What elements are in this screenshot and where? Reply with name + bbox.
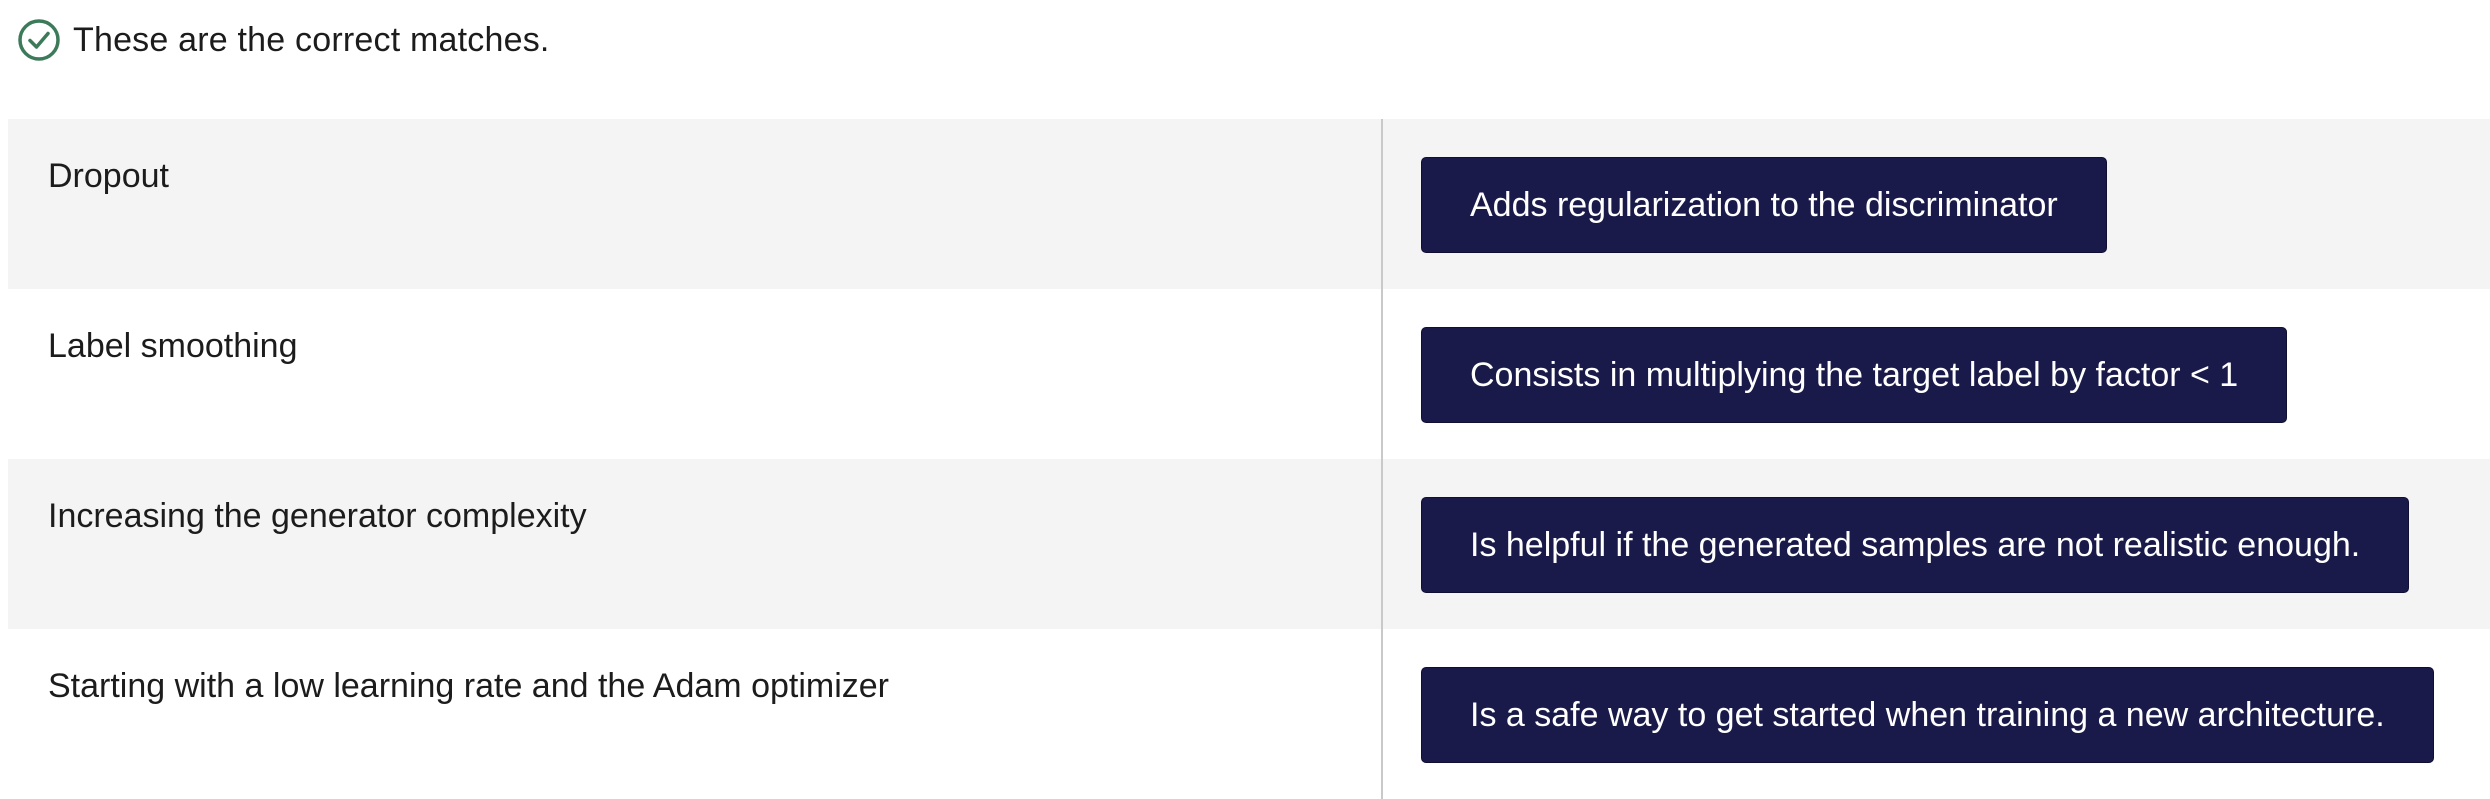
column-divider [1381,289,1383,459]
answer-slot: Adds regularization to the discriminator [1381,119,2490,289]
answer-chip[interactable]: Is a safe way to get started when traini… [1421,667,2434,763]
match-row: Dropout Adds regularization to the discr… [8,119,2490,289]
column-divider [1381,119,1383,289]
prompt-label: Starting with a low learning rate and th… [48,667,890,705]
feedback-banner: These are the correct matches. [17,17,550,63]
prompt-label: Label smoothing [48,327,298,365]
match-table: Dropout Adds regularization to the discr… [8,119,2490,799]
feedback-text: These are the correct matches. [73,20,550,59]
answer-slot: Is a safe way to get started when traini… [1381,629,2490,799]
prompt-label: Dropout [48,157,169,195]
column-divider [1381,459,1383,629]
match-row: Starting with a low learning rate and th… [8,629,2490,799]
prompt-label: Increasing the generator complexity [48,497,587,535]
check-circle-icon [17,18,61,62]
answer-chip[interactable]: Consists in multiplying the target label… [1421,327,2288,423]
answer-slot: Is helpful if the generated samples are … [1381,459,2490,629]
match-row: Label smoothing Consists in multiplying … [8,289,2490,459]
answer-chip[interactable]: Adds regularization to the discriminator [1421,157,2107,253]
column-divider [1381,629,1383,799]
match-row: Increasing the generator complexity Is h… [8,459,2490,629]
answer-slot: Consists in multiplying the target label… [1381,289,2490,459]
answer-chip[interactable]: Is helpful if the generated samples are … [1421,497,2410,593]
